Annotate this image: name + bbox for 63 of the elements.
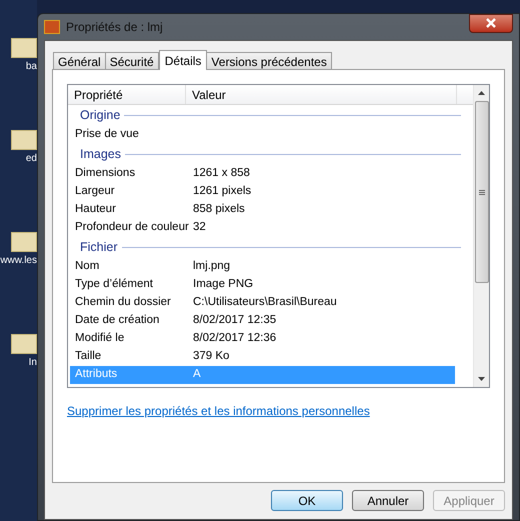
file-thumbnail-icon[interactable] [11, 334, 37, 354]
property-value: 379 Ko [192, 349, 230, 364]
close-icon [486, 18, 496, 28]
desktop-icon-label[interactable]: ba [26, 60, 37, 74]
property-value: Image PNG [192, 277, 254, 292]
table-row[interactable]: Prise de vue [70, 126, 455, 144]
dialog-button[interactable]: Annuler [352, 490, 424, 511]
property-name: Taille [74, 349, 102, 364]
table-row[interactable]: Taille 379 Ko [70, 348, 455, 366]
property-name: Prise de vue [74, 127, 140, 142]
table-row[interactable]: Date de création 8/02/2017 12:35 [70, 312, 455, 330]
property-name: Largeur [74, 184, 116, 200]
table-row[interactable]: Hauteur 858 pixels [70, 201, 455, 219]
group-header[interactable]: Images [80, 145, 121, 164]
desktop-icon-label[interactable]: ed [26, 152, 37, 166]
table-row[interactable]: Type d’élément Image PNG [70, 276, 455, 294]
property-value: 858 pixels [192, 202, 245, 218]
property-value: 8/02/2017 12:35 [192, 313, 276, 328]
scrollbar[interactable] [473, 85, 489, 387]
file-thumbnail-icon[interactable] [11, 130, 37, 150]
desktop-icon-label[interactable]: In [28, 356, 37, 370]
column-header[interactable]: Propriété [68, 85, 186, 104]
table-row[interactable]: Largeur 1261 pixels [70, 183, 455, 201]
property-name: Date de création [74, 313, 160, 328]
tab[interactable]: Versions précédentes [206, 52, 332, 69]
table-row[interactable]: Modifié le 8/02/2017 12:36 [70, 330, 455, 348]
scrollbar-thumb[interactable] [474, 101, 488, 283]
scroll-up-icon[interactable] [478, 91, 485, 95]
property-value: 1261 pixels [192, 184, 252, 200]
property-value: 8/02/2017 12:36 [192, 331, 276, 346]
property-value: 1261 x 858 [192, 166, 250, 182]
column-header[interactable]: Valeur [186, 85, 457, 104]
property-name: Chemin du dossier [74, 295, 172, 310]
table-row[interactable]: Profondeur de couleur 32 [70, 219, 455, 237]
scroll-down-icon[interactable] [478, 377, 485, 381]
property-name: Profondeur de couleur [74, 220, 188, 236]
table-row[interactable]: Dimensions 1261 x 858 [70, 165, 455, 183]
property-name: Attributs [74, 367, 118, 382]
property-value: A [192, 367, 201, 382]
table-row[interactable]: Chemin du dossier C:\Utilisateurs\Brasil\Bureau [70, 294, 455, 312]
grip-icon [478, 190, 484, 194]
group-header[interactable]: Fichier [80, 238, 118, 257]
tab[interactable]: Général [53, 52, 106, 69]
property-name: Nom [74, 259, 100, 274]
property-name: Hauteur [74, 202, 117, 218]
property-value: 32 [192, 220, 206, 236]
group-header[interactable]: Origine [80, 106, 120, 125]
dialog-button[interactable]: OK [271, 490, 343, 511]
image-file-icon [44, 20, 60, 34]
property-name: Dimensions [74, 166, 136, 182]
file-thumbnail-icon[interactable] [11, 38, 37, 58]
close-button[interactable] [469, 14, 513, 32]
table-row[interactable]: Nom lmj.png [70, 258, 455, 276]
property-value: lmj.png [192, 259, 230, 274]
desktop-icon-label[interactable]: www.les [0, 254, 37, 268]
window-title: Propriétés de : lmj [66, 19, 164, 36]
property-name: Type d’élément [74, 277, 154, 292]
remove-properties-link[interactable]: Supprimer les propriétés et les informations personnelles [67, 402, 370, 420]
tab[interactable]: Détails [158, 50, 208, 70]
file-thumbnail-icon[interactable] [11, 232, 37, 252]
property-value: C:\Utilisateurs\Brasil\Bureau [192, 295, 337, 310]
property-name: Modifié le [74, 331, 126, 346]
tab[interactable]: Sécurité [104, 52, 159, 69]
